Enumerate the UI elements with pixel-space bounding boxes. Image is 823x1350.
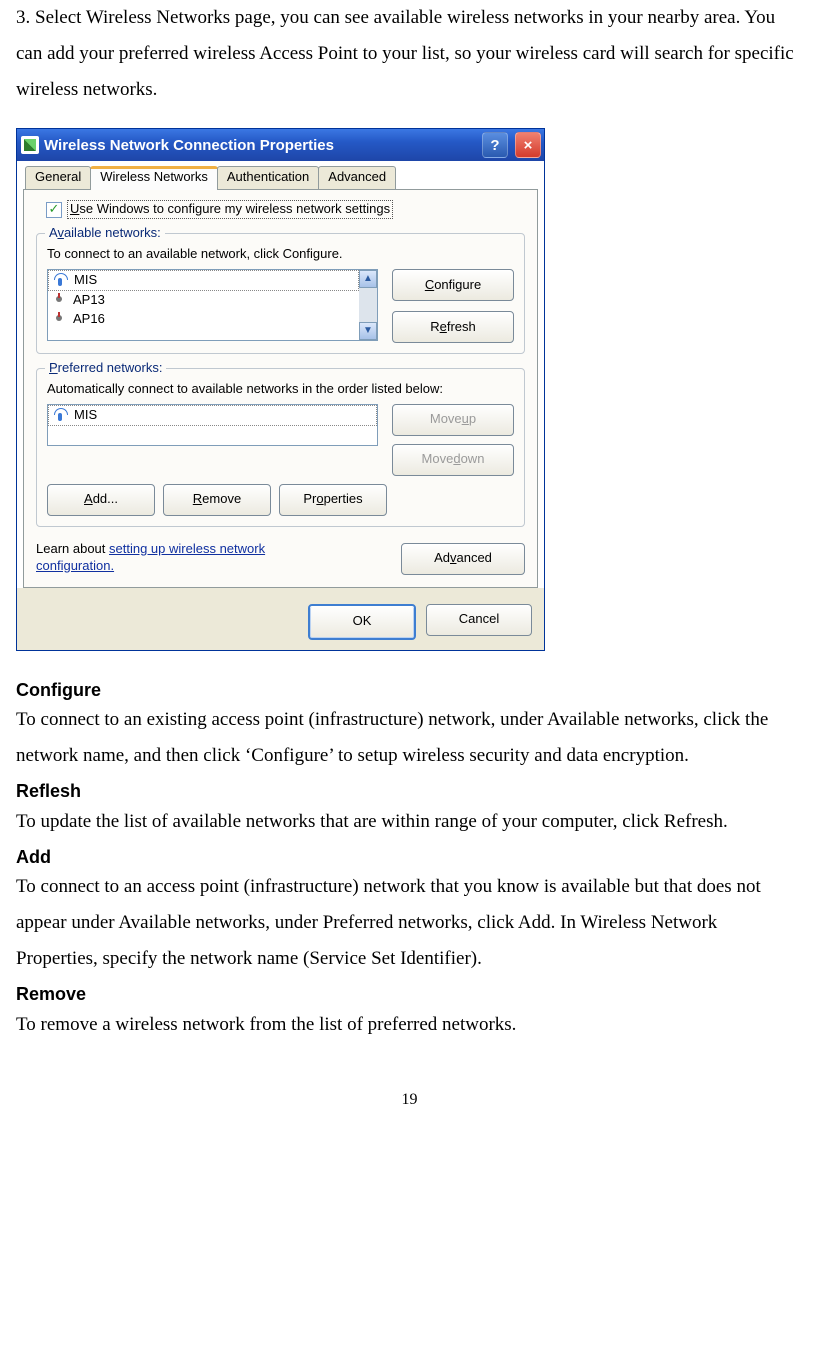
section-title-remove: Remove (16, 983, 803, 1006)
section-title-add: Add (16, 846, 803, 869)
configure-button[interactable]: Configure (392, 269, 514, 301)
help-button[interactable]: ? (482, 132, 508, 158)
tab-pane: ✓ Use Windows to configure my wireless n… (23, 189, 538, 587)
list-item[interactable]: MIS (48, 405, 377, 426)
section-body-add: To connect to an access point (infrastru… (16, 869, 803, 977)
titlebar: Wireless Network Connection Properties ?… (17, 129, 544, 161)
available-legend: Available networks: (45, 225, 165, 242)
tab-advanced[interactable]: Advanced (318, 166, 396, 189)
available-networks-group: Available networks: To connect to an ava… (36, 233, 525, 354)
wireless-icon (54, 408, 68, 422)
checkbox-icon[interactable]: ✓ (46, 202, 62, 218)
preferred-listbox[interactable]: MIS (47, 404, 378, 446)
tab-authentication[interactable]: Authentication (217, 166, 319, 189)
section-title-configure: Configure (16, 679, 803, 702)
advanced-button[interactable]: Advanced (401, 543, 525, 575)
intro-paragraph: 3. Select Wireless Networks page, you ca… (16, 0, 803, 108)
add-button[interactable]: Add... (47, 484, 155, 516)
section-title-reflesh: Reflesh (16, 780, 803, 803)
tab-general[interactable]: General (25, 166, 91, 189)
remove-button[interactable]: Remove (163, 484, 271, 516)
tab-wireless-networks[interactable]: Wireless Networks (90, 166, 218, 190)
section-body-configure: To connect to an existing access point (… (16, 702, 803, 774)
use-windows-checkbox-row[interactable]: ✓ Use Windows to configure my wireless n… (46, 200, 525, 219)
wireless-icon (54, 273, 68, 287)
available-intro: To connect to an available network, clic… (47, 246, 514, 263)
section-body-remove: To remove a wireless network from the li… (16, 1007, 803, 1043)
scroll-down-icon[interactable]: ▼ (359, 322, 377, 340)
available-listbox[interactable]: MIS AP13 AP16 (47, 269, 378, 341)
section-body-reflesh: To update the list of available networks… (16, 804, 803, 840)
close-button[interactable]: × (515, 132, 541, 158)
preferred-networks-group: Preferred networks: Automatically connec… (36, 368, 525, 527)
move-down-button[interactable]: Move down (392, 444, 514, 476)
scroll-up-icon[interactable]: ▲ (359, 270, 377, 288)
xp-dialog: Wireless Network Connection Properties ?… (16, 128, 545, 650)
properties-button[interactable]: Properties (279, 484, 387, 516)
preferred-intro: Automatically connect to available netwo… (47, 381, 514, 398)
preferred-legend: Preferred networks: (45, 360, 166, 377)
refresh-button[interactable]: Refresh (392, 311, 514, 343)
tab-strip: General Wireless Networks Authentication… (17, 161, 544, 189)
window-title: Wireless Network Connection Properties (44, 136, 477, 156)
list-item[interactable]: AP16 (48, 310, 359, 329)
wireless-icon (53, 293, 67, 307)
scrollbar[interactable]: ▲ ▼ (359, 270, 377, 340)
learn-about-text: Learn about setting up wireless network … (36, 541, 346, 575)
wireless-icon (53, 312, 67, 326)
dialog-screenshot: Wireless Network Connection Properties ?… (16, 128, 803, 650)
wireless-app-icon (21, 136, 39, 154)
list-item[interactable]: MIS (48, 270, 359, 291)
list-item[interactable]: AP13 (48, 291, 359, 310)
ok-button[interactable]: OK (308, 604, 416, 640)
move-up-button[interactable]: Move up (392, 404, 514, 436)
cancel-button[interactable]: Cancel (426, 604, 532, 636)
checkbox-label: Use Windows to configure my wireless net… (67, 200, 393, 219)
page-number: 19 (16, 1085, 803, 1115)
dialog-footer: OK Cancel (17, 594, 544, 650)
